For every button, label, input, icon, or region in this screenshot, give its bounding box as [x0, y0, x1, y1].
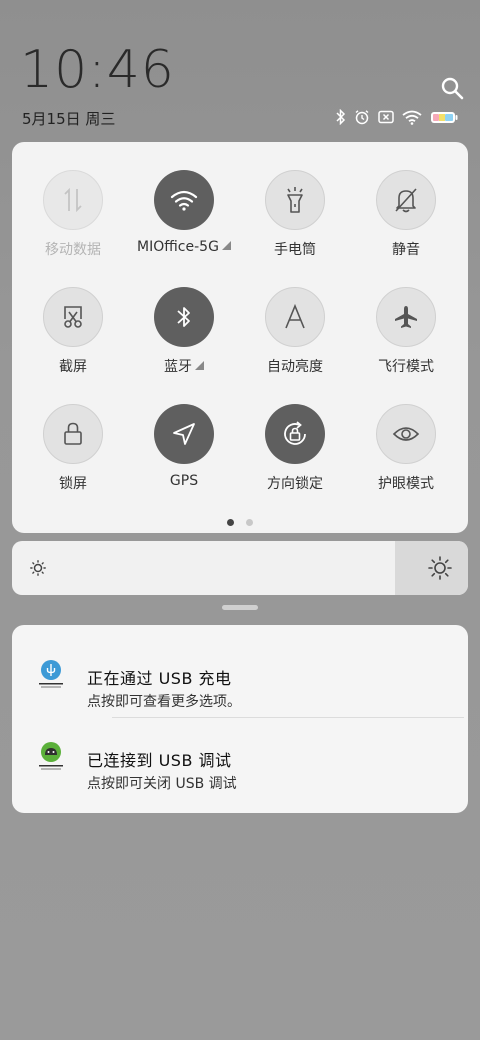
bluetooth-icon	[177, 307, 190, 327]
brightness-high-icon	[428, 556, 452, 580]
tile-screenshot[interactable]: 截屏	[17, 287, 129, 376]
screenshot-icon	[64, 306, 82, 328]
page-dot-active[interactable]	[227, 519, 234, 526]
tile-wifi-label: MIOffice-5G	[128, 239, 240, 255]
no-sim-status-icon	[378, 110, 394, 124]
wifi-icon	[170, 190, 198, 211]
tile-screenshot-label: 截屏	[59, 359, 87, 375]
tile-auto-brightness-label: 自动亮度	[267, 359, 323, 375]
notification-usb-debugging[interactable]: 已连接到 USB 调试 点按即可关闭 USB 调试	[12, 717, 468, 797]
eye-icon	[392, 427, 420, 441]
auto-brightness-icon	[285, 304, 305, 329]
tile-auto-brightness-button[interactable]	[265, 287, 325, 347]
brightness-low-icon	[30, 560, 46, 576]
quick-settings-panel: 移动数据 MIOffice-5G 手电筒 静音 截屏 蓝牙 自动亮度 飞行模式 …	[12, 142, 468, 533]
tile-eye-care-button[interactable]	[376, 404, 436, 464]
wifi-status-icon	[402, 110, 422, 125]
page-dot-inactive[interactable]	[246, 519, 253, 526]
drag-handle[interactable]	[222, 605, 258, 610]
clock-time: 10:46	[20, 40, 175, 100]
notification-subtitle: 点按即可关闭 USB 调试	[87, 776, 237, 792]
tile-eye-care-label: 护眼模式	[378, 476, 434, 492]
lock-icon	[64, 422, 82, 445]
tile-airplane[interactable]: 飞行模式	[350, 287, 462, 376]
tile-lock-screen[interactable]: 锁屏	[17, 404, 129, 493]
wifi-expand-icon[interactable]	[221, 241, 231, 250]
battery-status-icon	[431, 111, 458, 123]
tile-airplane-label: 飞行模式	[378, 359, 434, 375]
tile-mobile-data-label: 移动数据	[45, 242, 101, 258]
search-icon[interactable]	[440, 76, 464, 100]
android-icon	[39, 742, 63, 770]
tile-airplane-button[interactable]	[376, 287, 436, 347]
tile-wifi[interactable]: MIOffice-5G	[128, 170, 240, 255]
clock-date: 5月15日 周三	[22, 110, 116, 128]
brightness-slider[interactable]	[12, 541, 468, 595]
notification-title: 已连接到 USB 调试	[87, 751, 232, 770]
tile-rotation-lock-label: 方向锁定	[267, 476, 323, 492]
page-indicator	[12, 519, 468, 526]
tile-bluetooth[interactable]: 蓝牙	[128, 287, 240, 376]
tile-mobile-data-button[interactable]	[43, 170, 103, 230]
bluetooth-expand-icon[interactable]	[195, 361, 204, 370]
airplane-icon	[395, 306, 417, 328]
flashlight-icon	[287, 187, 303, 213]
tile-screenshot-button[interactable]	[43, 287, 103, 347]
tile-gps-label: GPS	[169, 473, 199, 489]
tile-lock-screen-label: 锁屏	[59, 476, 87, 492]
mobile-data-icon	[64, 187, 82, 213]
tile-gps-button[interactable]	[154, 404, 214, 464]
tile-mute-button[interactable]	[376, 170, 436, 230]
tile-gps[interactable]: GPS	[128, 404, 240, 489]
gps-icon	[173, 423, 195, 445]
tile-wifi-button[interactable]	[154, 170, 214, 230]
notification-panel: 正在通过 USB 充电 点按即可查看更多选项。 已连接到 USB 调试 点按即可…	[12, 625, 468, 813]
tile-mobile-data[interactable]: 移动数据	[17, 170, 129, 259]
alarm-status-icon	[355, 110, 369, 125]
tile-eye-care[interactable]: 护眼模式	[350, 404, 462, 493]
tile-flashlight[interactable]: 手电筒	[239, 170, 351, 259]
bluetooth-status-icon	[336, 109, 346, 125]
status-bar-icons	[336, 108, 458, 126]
tile-lock-screen-button[interactable]	[43, 404, 103, 464]
tile-flashlight-label: 手电筒	[274, 242, 316, 258]
tile-rotation-lock-button[interactable]	[265, 404, 325, 464]
tile-bluetooth-label: 蓝牙	[128, 356, 240, 376]
tile-flashlight-button[interactable]	[265, 170, 325, 230]
notification-title: 正在通过 USB 充电	[87, 669, 232, 688]
notification-usb-charging[interactable]: 正在通过 USB 充电 点按即可查看更多选项。	[12, 635, 468, 715]
tile-auto-brightness[interactable]: 自动亮度	[239, 287, 351, 376]
mute-bell-icon	[395, 188, 417, 213]
rotation-lock-icon	[284, 421, 306, 445]
tile-rotation-lock[interactable]: 方向锁定	[239, 404, 351, 493]
tile-mute[interactable]: 静音	[350, 170, 462, 259]
tile-mute-label: 静音	[392, 242, 420, 258]
notification-subtitle: 点按即可查看更多选项。	[87, 694, 241, 710]
usb-icon	[39, 660, 63, 688]
tile-bluetooth-button[interactable]	[154, 287, 214, 347]
